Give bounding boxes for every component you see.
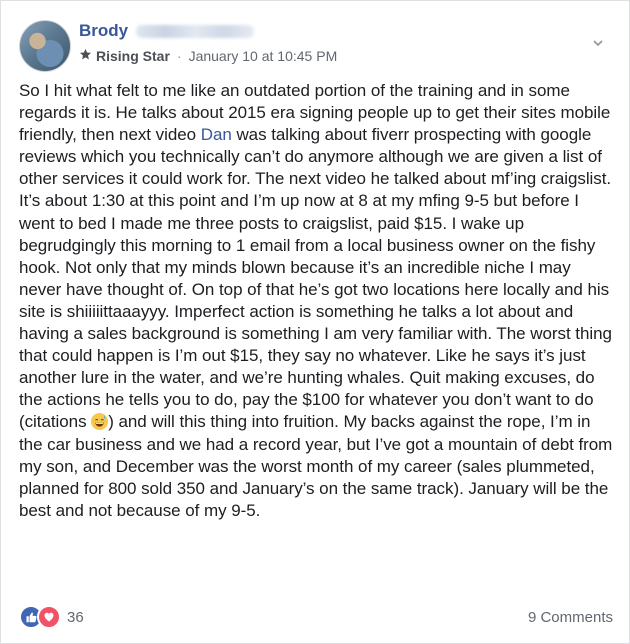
post-footer: 36 9 Comments	[19, 604, 613, 630]
mention-link[interactable]: Dan	[201, 125, 232, 144]
reaction-count[interactable]: 36	[67, 609, 84, 626]
post-timestamp[interactable]: January 10 at 10:45 PM	[189, 48, 338, 64]
separator-dot: ·	[176, 48, 182, 64]
comments-link[interactable]: 9 Comments	[528, 609, 613, 626]
chevron-down-icon[interactable]	[593, 35, 603, 47]
author-name[interactable]: Brody	[79, 21, 128, 41]
author-row: Brody	[79, 21, 255, 41]
avatar[interactable]	[19, 20, 71, 72]
badge-label[interactable]: Rising Star	[96, 48, 170, 64]
post-meta: Rising Star · January 10 at 10:45 PM	[79, 48, 337, 64]
love-icon[interactable]	[37, 605, 61, 629]
redacted-surname	[136, 24, 255, 38]
post-body: So I hit what felt to me like an outdate…	[19, 80, 615, 522]
post-header: Brody Rising Star · January 10 at 10:45 …	[19, 17, 613, 72]
post-body-part2: was talking about fiverr prospecting wit…	[19, 125, 612, 432]
post-card: Brody Rising Star · January 10 at 10:45 …	[0, 0, 630, 644]
grinning-sweat-emoji-icon	[91, 413, 109, 431]
star-badge-icon	[79, 48, 92, 64]
